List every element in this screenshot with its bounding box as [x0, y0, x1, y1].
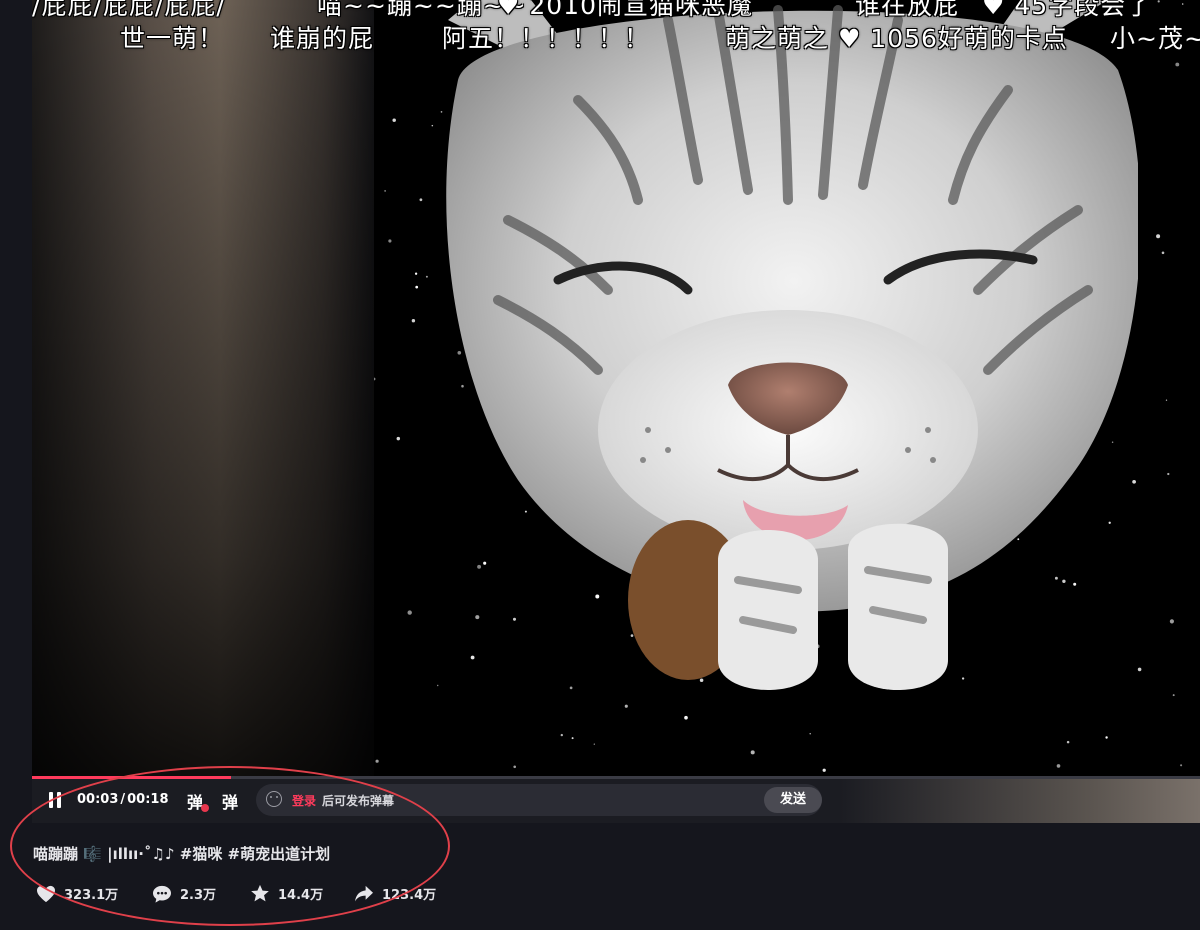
- star-dot: [1172, 694, 1175, 697]
- send-danmaku-button[interactable]: 发送: [764, 787, 822, 813]
- star-dot: [1167, 472, 1170, 476]
- star-dot: [1175, 62, 1180, 67]
- star-dot: [560, 733, 563, 737]
- star-dot: [1169, 619, 1174, 624]
- danmaku-comment: 小~茂~蜜: [1110, 24, 1200, 53]
- star-dot: [392, 118, 396, 122]
- star-dot: [1165, 399, 1168, 401]
- star-dot: [375, 759, 379, 763]
- star-dot: [388, 239, 392, 243]
- video-player[interactable]: /屁屁/屁屁/屁屁/ 喵~~蹦~~蹦~~ ♥ 2010闹宣猫咪恶魔 谁在放屁 ♥…: [32, 0, 1200, 778]
- danmaku-comment: 萌之萌之 ♥ 1056好萌的卡点: [725, 24, 1068, 53]
- star-dot: [1056, 764, 1061, 768]
- cat-face-illustration: [446, 0, 1138, 690]
- blurred-side-panel: [32, 0, 374, 778]
- star-dot: [396, 436, 401, 441]
- star-dot: [809, 732, 811, 735]
- star-dot: [1180, 764, 1183, 767]
- danmaku-comment: 阿五！！！！！！: [442, 24, 651, 53]
- controls-gradient: [840, 779, 1200, 823]
- star-dot: [571, 737, 574, 740]
- star-dot: [1157, 0, 1160, 3]
- star-dot: [822, 768, 826, 772]
- star-dot: [1066, 740, 1070, 744]
- star-dot: [1161, 251, 1165, 255]
- star-dot: [372, 377, 376, 381]
- star-dot: [1137, 667, 1142, 672]
- danmaku-comment: 世一萌！: [120, 24, 225, 53]
- star-dot: [414, 272, 418, 275]
- star-dot: [1181, 3, 1184, 5]
- star-dot: [1156, 234, 1161, 239]
- star-dot: [1105, 736, 1108, 739]
- star-dot: [513, 765, 517, 769]
- star-dot: [750, 750, 755, 755]
- star-dot: [411, 319, 416, 323]
- danmaku-comment: 谁崩的屁: [270, 24, 375, 53]
- star-dot: [384, 190, 386, 192]
- annotation-circle: [10, 766, 450, 926]
- star-dot: [593, 743, 595, 745]
- star-dot: [407, 610, 412, 615]
